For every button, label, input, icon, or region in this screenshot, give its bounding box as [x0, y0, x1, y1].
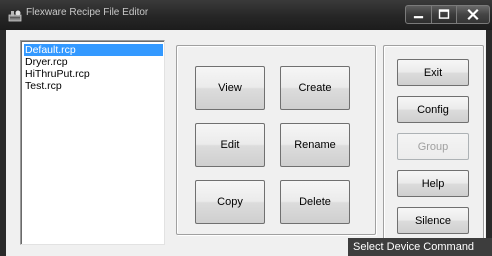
help-button[interactable]: Help	[397, 170, 469, 197]
group-button: Group	[397, 133, 469, 160]
list-item-test[interactable]: Test.rcp	[25, 80, 163, 92]
silence-button[interactable]: Silence	[397, 207, 469, 234]
create-button[interactable]: Create	[280, 66, 350, 110]
maximize-button[interactable]	[432, 5, 457, 24]
rename-button[interactable]: Rename	[280, 123, 350, 167]
tooltip: Select Device Command	[348, 238, 492, 256]
close-button[interactable]	[457, 5, 490, 24]
window-frame-right	[486, 30, 492, 256]
recipe-editor-window: Flexware Recipe File Editor Default.rcp …	[0, 0, 492, 256]
title-bar[interactable]: Flexware Recipe File Editor	[0, 0, 492, 30]
minimize-button[interactable]	[405, 5, 432, 24]
list-item-default[interactable]: Default.rcp	[24, 44, 163, 56]
config-button[interactable]: Config	[397, 96, 469, 123]
view-button[interactable]: View	[195, 66, 265, 110]
close-icon	[467, 8, 479, 21]
maximize-icon	[438, 9, 450, 19]
exit-button[interactable]: Exit	[397, 59, 469, 86]
delete-button[interactable]: Delete	[280, 180, 350, 224]
minimize-icon	[413, 15, 424, 19]
recipe-file-list[interactable]: Default.rcp Dryer.rcp HiThruPut.rcp Test…	[20, 40, 165, 245]
edit-button[interactable]: Edit	[195, 123, 265, 167]
list-item-dryer[interactable]: Dryer.rcp	[25, 56, 163, 68]
list-item-hithruput[interactable]: HiThruPut.rcp	[25, 68, 163, 80]
copy-button[interactable]: Copy	[195, 180, 265, 224]
app-icon	[8, 10, 22, 22]
window-title: Flexware Recipe File Editor	[26, 7, 149, 18]
